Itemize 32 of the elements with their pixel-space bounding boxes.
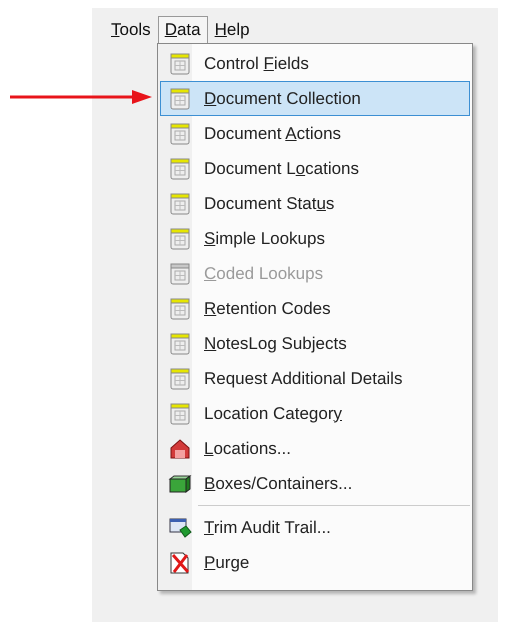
table-icon [169, 156, 191, 180]
table-icon [169, 86, 191, 110]
delete-document-icon [168, 550, 192, 574]
menu-item[interactable]: NotesLog Subjects [160, 326, 470, 361]
menu-item[interactable]: Control Fields [160, 46, 470, 81]
table-icon [169, 402, 191, 426]
menu-item[interactable]: Request Additional Details [160, 361, 470, 396]
table-icon [169, 332, 191, 356]
table-icon [169, 296, 191, 320]
box-icon [168, 474, 192, 494]
menu-item[interactable]: Simple Lookups [160, 221, 470, 256]
menu-bar-item[interactable]: Tools [104, 16, 158, 45]
table-icon [169, 192, 191, 216]
table-icon [169, 122, 191, 146]
menu-item[interactable]: Trim Audit Trail... [160, 510, 470, 545]
menu-item[interactable]: Document Locations [160, 151, 470, 186]
house-icon [169, 438, 191, 460]
menu-item[interactable]: Locations... [160, 431, 470, 466]
menu-item[interactable]: Retention Codes [160, 291, 470, 326]
menu-item[interactable]: Document Collection [160, 81, 470, 116]
menu-item[interactable]: Boxes/Containers... [160, 466, 470, 501]
table-icon [169, 262, 191, 286]
table-icon [169, 366, 191, 390]
menu-bar-item[interactable]: Data [158, 16, 208, 45]
table-icon [169, 52, 191, 76]
monitor-icon [168, 516, 192, 538]
menu-item[interactable]: Location Category [160, 396, 470, 431]
table-icon [169, 226, 191, 250]
menu-item[interactable]: Document Actions [160, 116, 470, 151]
menu-bar-item[interactable]: Help [208, 16, 257, 45]
menu-item[interactable]: Purge [160, 545, 470, 580]
menu-item[interactable]: Document Status [160, 186, 470, 221]
